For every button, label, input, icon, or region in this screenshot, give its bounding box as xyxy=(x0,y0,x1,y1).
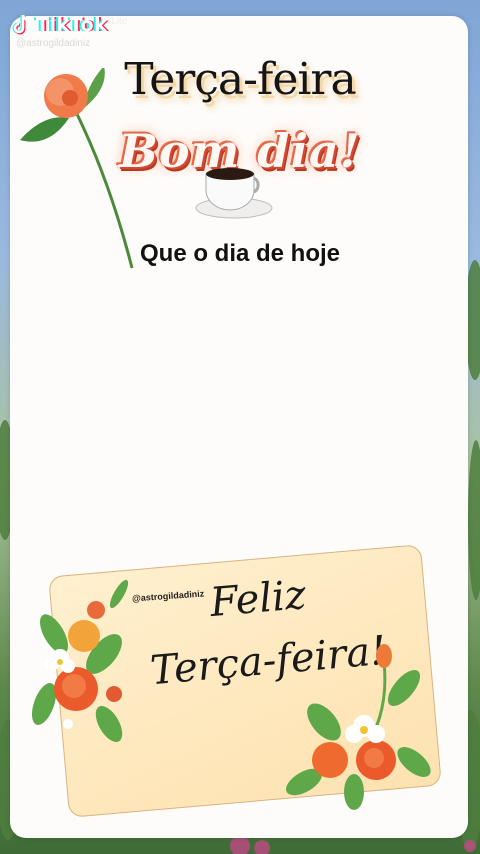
page-title: Terça-feira xyxy=(124,54,356,105)
note-greeting-line1: Feliz xyxy=(208,571,308,627)
tiktok-watermark: TikTok Lite xyxy=(12,14,127,36)
flower-bouquet-icon xyxy=(31,579,129,743)
tiktok-brand: TikTok xyxy=(36,14,108,36)
watermark-handle: @astrogildadiniz xyxy=(16,38,91,49)
tiktok-tier: Lite xyxy=(111,16,128,27)
flower-bouquet-icon xyxy=(285,644,431,810)
coffee-cup-icon xyxy=(195,168,273,219)
subtitle-text: Que o dia de hoje xyxy=(139,240,341,267)
tiktok-logo-icon xyxy=(12,14,30,35)
